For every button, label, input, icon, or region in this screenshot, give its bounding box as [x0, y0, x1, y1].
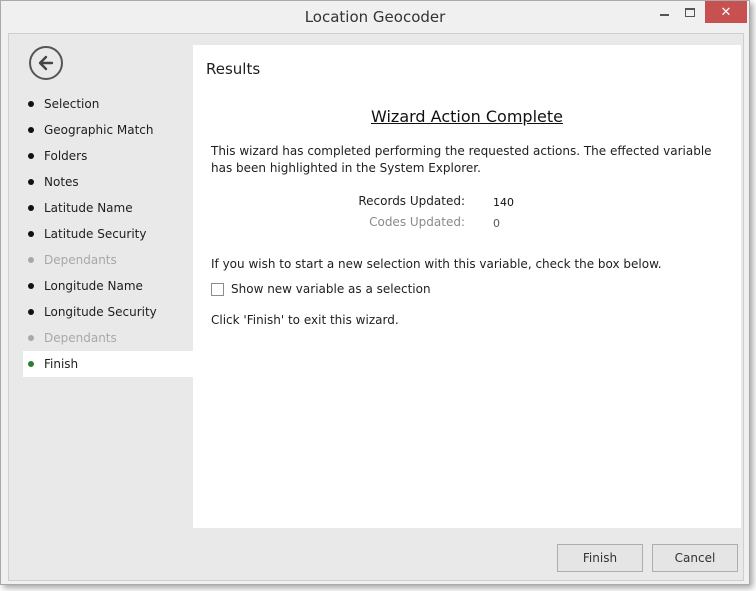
step-bullet-icon [28, 283, 34, 289]
records-updated-label: Records Updated: [358, 194, 465, 208]
completion-heading: Wizard Action Complete [371, 107, 563, 126]
step-bullet-icon [28, 309, 34, 315]
wizard-window: Location Geocoder ✕ Selection Geographic … [0, 0, 750, 585]
step-bullet-icon [28, 361, 34, 367]
step-bullet-icon [28, 101, 34, 107]
step-bullet-icon [28, 205, 34, 211]
step-longitude-name[interactable]: Longitude Name [23, 273, 193, 299]
step-bullet-icon [28, 335, 34, 341]
step-bullet-icon [28, 257, 34, 263]
codes-updated-label: Codes Updated: [369, 215, 465, 229]
close-icon: ✕ [720, 4, 732, 20]
results-panel: Results Wizard Action Complete This wiza… [193, 45, 741, 528]
step-geographic-match[interactable]: Geographic Match [23, 117, 193, 143]
maximize-icon [685, 7, 695, 17]
back-arrow-icon [38, 55, 54, 71]
step-label: Longitude Security [44, 305, 157, 319]
step-label: Dependants [44, 253, 117, 267]
back-button[interactable] [29, 46, 63, 80]
selection-instruction: If you wish to start a new selection wit… [211, 257, 662, 271]
step-list: Selection Geographic Match Folders Notes Lat… [23, 91, 193, 377]
step-label: Latitude Security [44, 227, 147, 241]
step-latitude-security[interactable]: Latitude Security [23, 221, 193, 247]
step-label: Geographic Match [44, 123, 154, 137]
step-label: Latitude Name [44, 201, 133, 215]
step-bullet-icon [28, 179, 34, 185]
step-bullet-icon [28, 153, 34, 159]
close-button[interactable]: ✕ [705, 1, 747, 23]
step-notes[interactable]: Notes [23, 169, 193, 195]
maximize-button[interactable] [677, 1, 703, 23]
step-longitude-security[interactable]: Longitude Security [23, 299, 193, 325]
cancel-button[interactable]: Cancel [652, 544, 738, 572]
minimize-button[interactable] [651, 1, 677, 23]
step-selection[interactable]: Selection [23, 91, 193, 117]
show-selection-option[interactable]: Show new variable as a selection [211, 282, 431, 296]
codes-updated-value: 0 [493, 217, 500, 230]
step-bullet-icon [28, 127, 34, 133]
title-bar: Location Geocoder ✕ [1, 1, 749, 33]
step-dependants: Dependants [23, 325, 193, 351]
show-selection-checkbox[interactable] [211, 282, 224, 296]
minimize-icon [659, 14, 669, 16]
step-finish[interactable]: Finish [23, 351, 193, 377]
records-updated-value: 140 [493, 196, 514, 209]
show-selection-label[interactable]: Show new variable as a selection [231, 282, 431, 296]
step-dependants: Dependants [23, 247, 193, 273]
window-title: Location Geocoder [304, 8, 446, 26]
step-bullet-icon [28, 231, 34, 237]
step-label: Finish [44, 357, 79, 371]
step-latitude-name[interactable]: Latitude Name [23, 195, 193, 221]
step-label: Folders [44, 149, 88, 163]
finish-button[interactable]: Finish [557, 544, 643, 572]
step-label: Dependants [44, 331, 117, 345]
step-label: Notes [44, 175, 79, 189]
wizard-frame: Selection Geographic Match Folders Notes Lat… [8, 33, 744, 581]
step-folders[interactable]: Folders [23, 143, 193, 169]
wizard-steps-sidebar: Selection Geographic Match Folders Notes Lat… [9, 34, 193, 528]
page-title: Results [206, 60, 261, 78]
completion-description: This wizard has completed performing the… [211, 144, 712, 175]
step-label: Selection [44, 97, 100, 111]
step-label: Longitude Name [44, 279, 143, 293]
exit-instruction: Click 'Finish' to exit this wizard. [211, 313, 399, 327]
